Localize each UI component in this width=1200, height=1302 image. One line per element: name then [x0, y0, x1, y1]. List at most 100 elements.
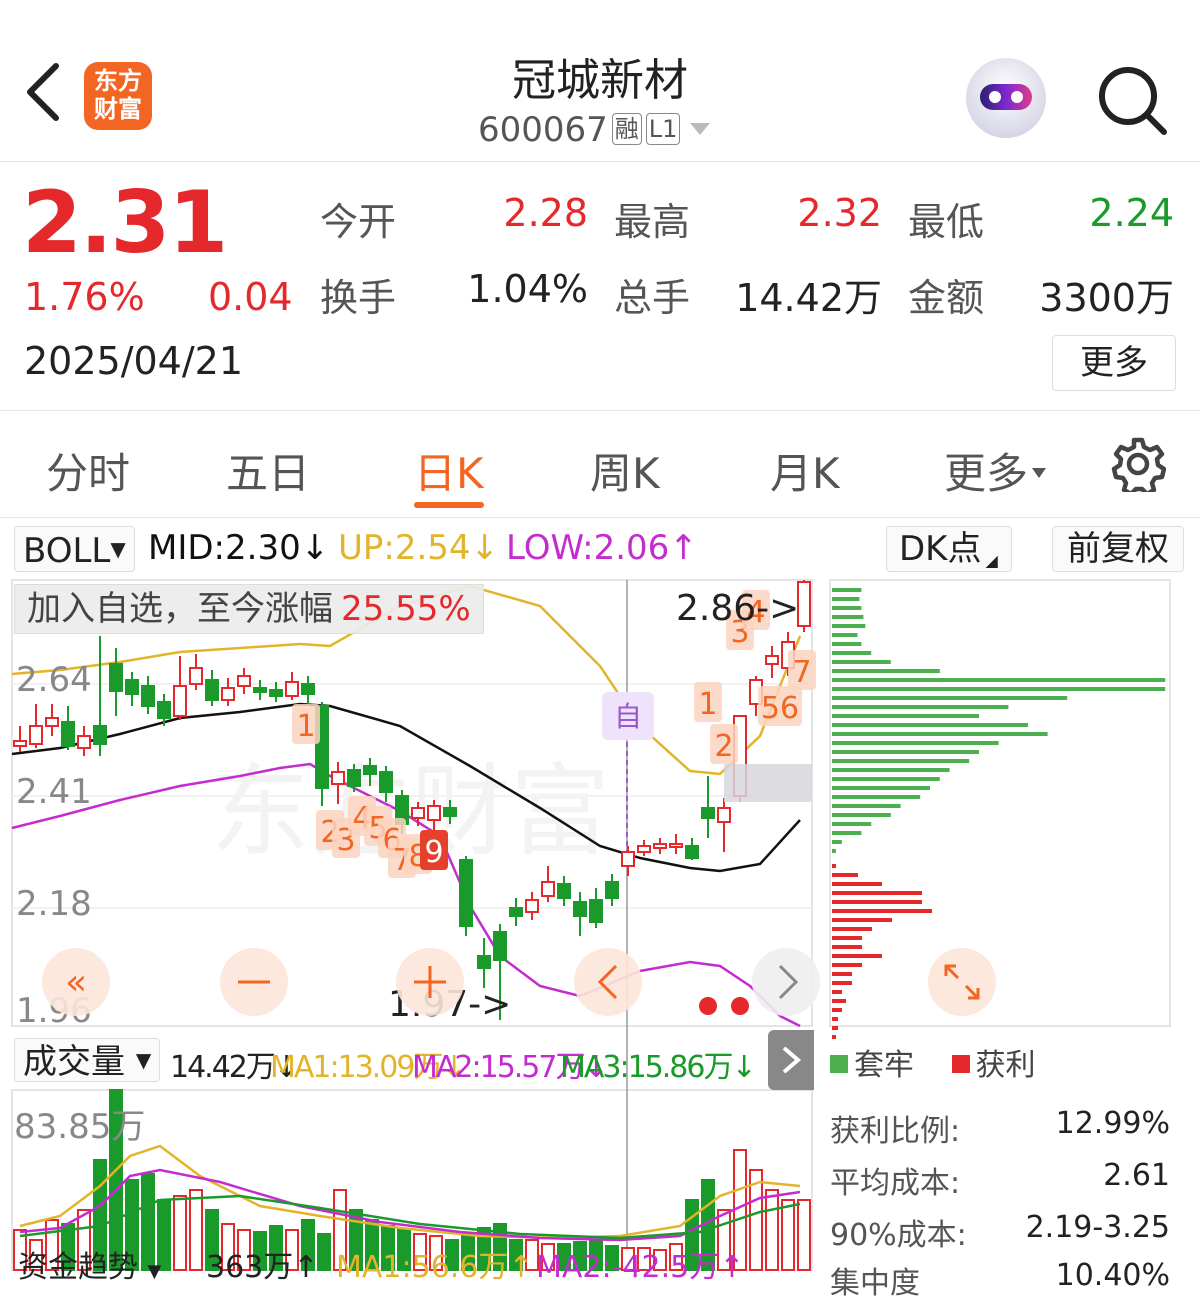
chevron-down-icon: [690, 123, 711, 135]
candle: [459, 856, 473, 936]
zoom-in-button[interactable]: [396, 948, 464, 1016]
chip-bar-profit: [832, 1026, 838, 1030]
avg-cost-value: 2.61: [1103, 1158, 1170, 1193]
chip-bar-profit: [832, 990, 842, 994]
candle: [605, 874, 619, 906]
candle: [221, 678, 235, 706]
gear-icon[interactable]: [1110, 436, 1166, 492]
y-tick: 2.18: [16, 884, 92, 924]
chip-bar-trapped: [832, 741, 999, 745]
boll-up: UP:2.54↓: [338, 528, 500, 568]
chip-bar-trapped: [832, 768, 950, 772]
candle: [301, 676, 315, 706]
candle: [765, 646, 779, 678]
expand-button[interactable]: [928, 948, 996, 1016]
chip-bar-trapped: [832, 615, 864, 619]
candle: [717, 798, 731, 852]
tab-weekly-k[interactable]: 周K: [590, 440, 660, 501]
search-icon[interactable]: [1096, 64, 1168, 136]
chip-bar-trapped: [832, 687, 1166, 691]
next-button[interactable]: [752, 948, 820, 1016]
volume-indicator-row: 成交量 ▼ 14.42万↓ MA1:13.09万↓ MA2:15.57万↓ MA…: [0, 1034, 815, 1088]
candle: [141, 676, 155, 714]
fund-selector-label: 资金趋势: [18, 1250, 138, 1285]
ai-assistant-icon[interactable]: [966, 58, 1046, 138]
self-mark-text: 自: [614, 700, 642, 733]
quote-date: 2025/04/21: [24, 339, 244, 383]
change-percent: 1.76%: [24, 275, 145, 319]
tab-more[interactable]: 更多: [944, 440, 1047, 501]
expand-indicator-button[interactable]: [768, 1030, 814, 1090]
chip-bar-profit: [832, 1008, 842, 1012]
banner-value: 25.55%: [341, 589, 471, 629]
watchlist-gain-banner[interactable]: 加入自选，至今涨幅 25.55%: [14, 584, 484, 634]
zoom-out-button[interactable]: [220, 948, 288, 1016]
signal-label: 56: [761, 691, 799, 726]
forward-adjust-button[interactable]: 前复权: [1052, 526, 1184, 572]
indicator-selector[interactable]: BOLL▼: [14, 526, 135, 572]
volume-label: 总手: [614, 276, 691, 320]
turnover-label: 换手: [320, 276, 397, 320]
amount-label: 金额: [908, 276, 985, 320]
dot-indicator: [699, 997, 717, 1015]
change-amount: 0.04: [208, 275, 293, 319]
tab-daily-k[interactable]: 日K: [414, 440, 484, 508]
candle: [621, 846, 635, 876]
volume-selector-label: 成交量: [23, 1042, 125, 1082]
chip-bar-trapped: [832, 606, 862, 610]
trapped-label: 套牢: [854, 1048, 914, 1083]
dk-label: DK点: [899, 529, 982, 569]
stock-code-row[interactable]: 600067 融 L1: [478, 110, 711, 150]
fund-ma1: MA1:56.6万↑: [336, 1250, 534, 1285]
candle: [125, 672, 139, 706]
candle: [285, 672, 299, 700]
chip-bar-trapped: [832, 759, 970, 763]
chip-bar-trapped: [832, 696, 1068, 700]
candle: [509, 898, 523, 926]
candle: [45, 704, 59, 736]
chip-bar-trapped: [832, 840, 842, 844]
pan-left-button[interactable]: «: [42, 948, 110, 1016]
kline-chart[interactable]: 东方财富 1234567891234567 自 2.64 2.41 2.18 1…: [0, 576, 1200, 1272]
dk-point-button[interactable]: DK点 ◢: [886, 526, 1012, 572]
candle: [13, 726, 27, 752]
candle: [653, 838, 667, 854]
volume-selector[interactable]: 成交量 ▼: [14, 1038, 161, 1082]
signal-label: 1: [296, 709, 315, 744]
chip-frame: [829, 579, 1171, 1027]
fund-current: 363万↑: [206, 1250, 319, 1285]
chip-bar-profit: [832, 1035, 836, 1039]
chip-bar-profit: [832, 909, 932, 913]
tab-five-day[interactable]: 五日: [226, 440, 310, 501]
signal-label: 1: [698, 687, 717, 722]
tab-more-label: 更多: [944, 449, 1029, 498]
prev-button[interactable]: [574, 948, 642, 1016]
fund-trend-row: 资金趋势 ▼ 363万↑ MA1:56.6万↑ MA2:-42.5万↑: [0, 1240, 1200, 1285]
tab-intraday[interactable]: 分时: [46, 440, 130, 501]
chip-bar-trapped: [832, 588, 862, 592]
chip-bar-trapped: [832, 795, 921, 799]
volume-ma3: MA3:15.86万↓: [560, 1050, 757, 1085]
last-price: 2.31: [22, 173, 228, 273]
fund-selector[interactable]: 资金趋势 ▼: [18, 1242, 161, 1286]
open-label: 今开: [320, 200, 397, 244]
profit-label: 获利: [975, 1048, 1036, 1083]
quote-panel: 2.31 1.76% 0.04 2025/04/21 今开 2.28 最高 2.…: [0, 163, 1200, 411]
candle: [525, 892, 539, 920]
banner-text: 加入自选，至今涨幅: [27, 589, 333, 629]
signal-label: 2: [714, 729, 733, 764]
tab-monthly-k[interactable]: 月K: [770, 440, 840, 501]
boll-mid: MID:2.30↓: [148, 528, 330, 568]
chip-legend: 套牢 获利: [830, 1040, 1036, 1084]
candle: [573, 892, 587, 936]
candle: [205, 670, 219, 706]
chip-bar-profit: [832, 981, 852, 985]
chip-bar-trapped: [832, 777, 940, 781]
candle: [237, 668, 251, 694]
candle: [93, 636, 107, 756]
low-value: 2.24: [1089, 191, 1174, 235]
chip-bar-trapped: [832, 678, 1166, 682]
more-quote-button[interactable]: 更多: [1052, 335, 1176, 391]
chip-bar-trapped: [832, 705, 1009, 709]
open-value: 2.28: [503, 191, 588, 235]
